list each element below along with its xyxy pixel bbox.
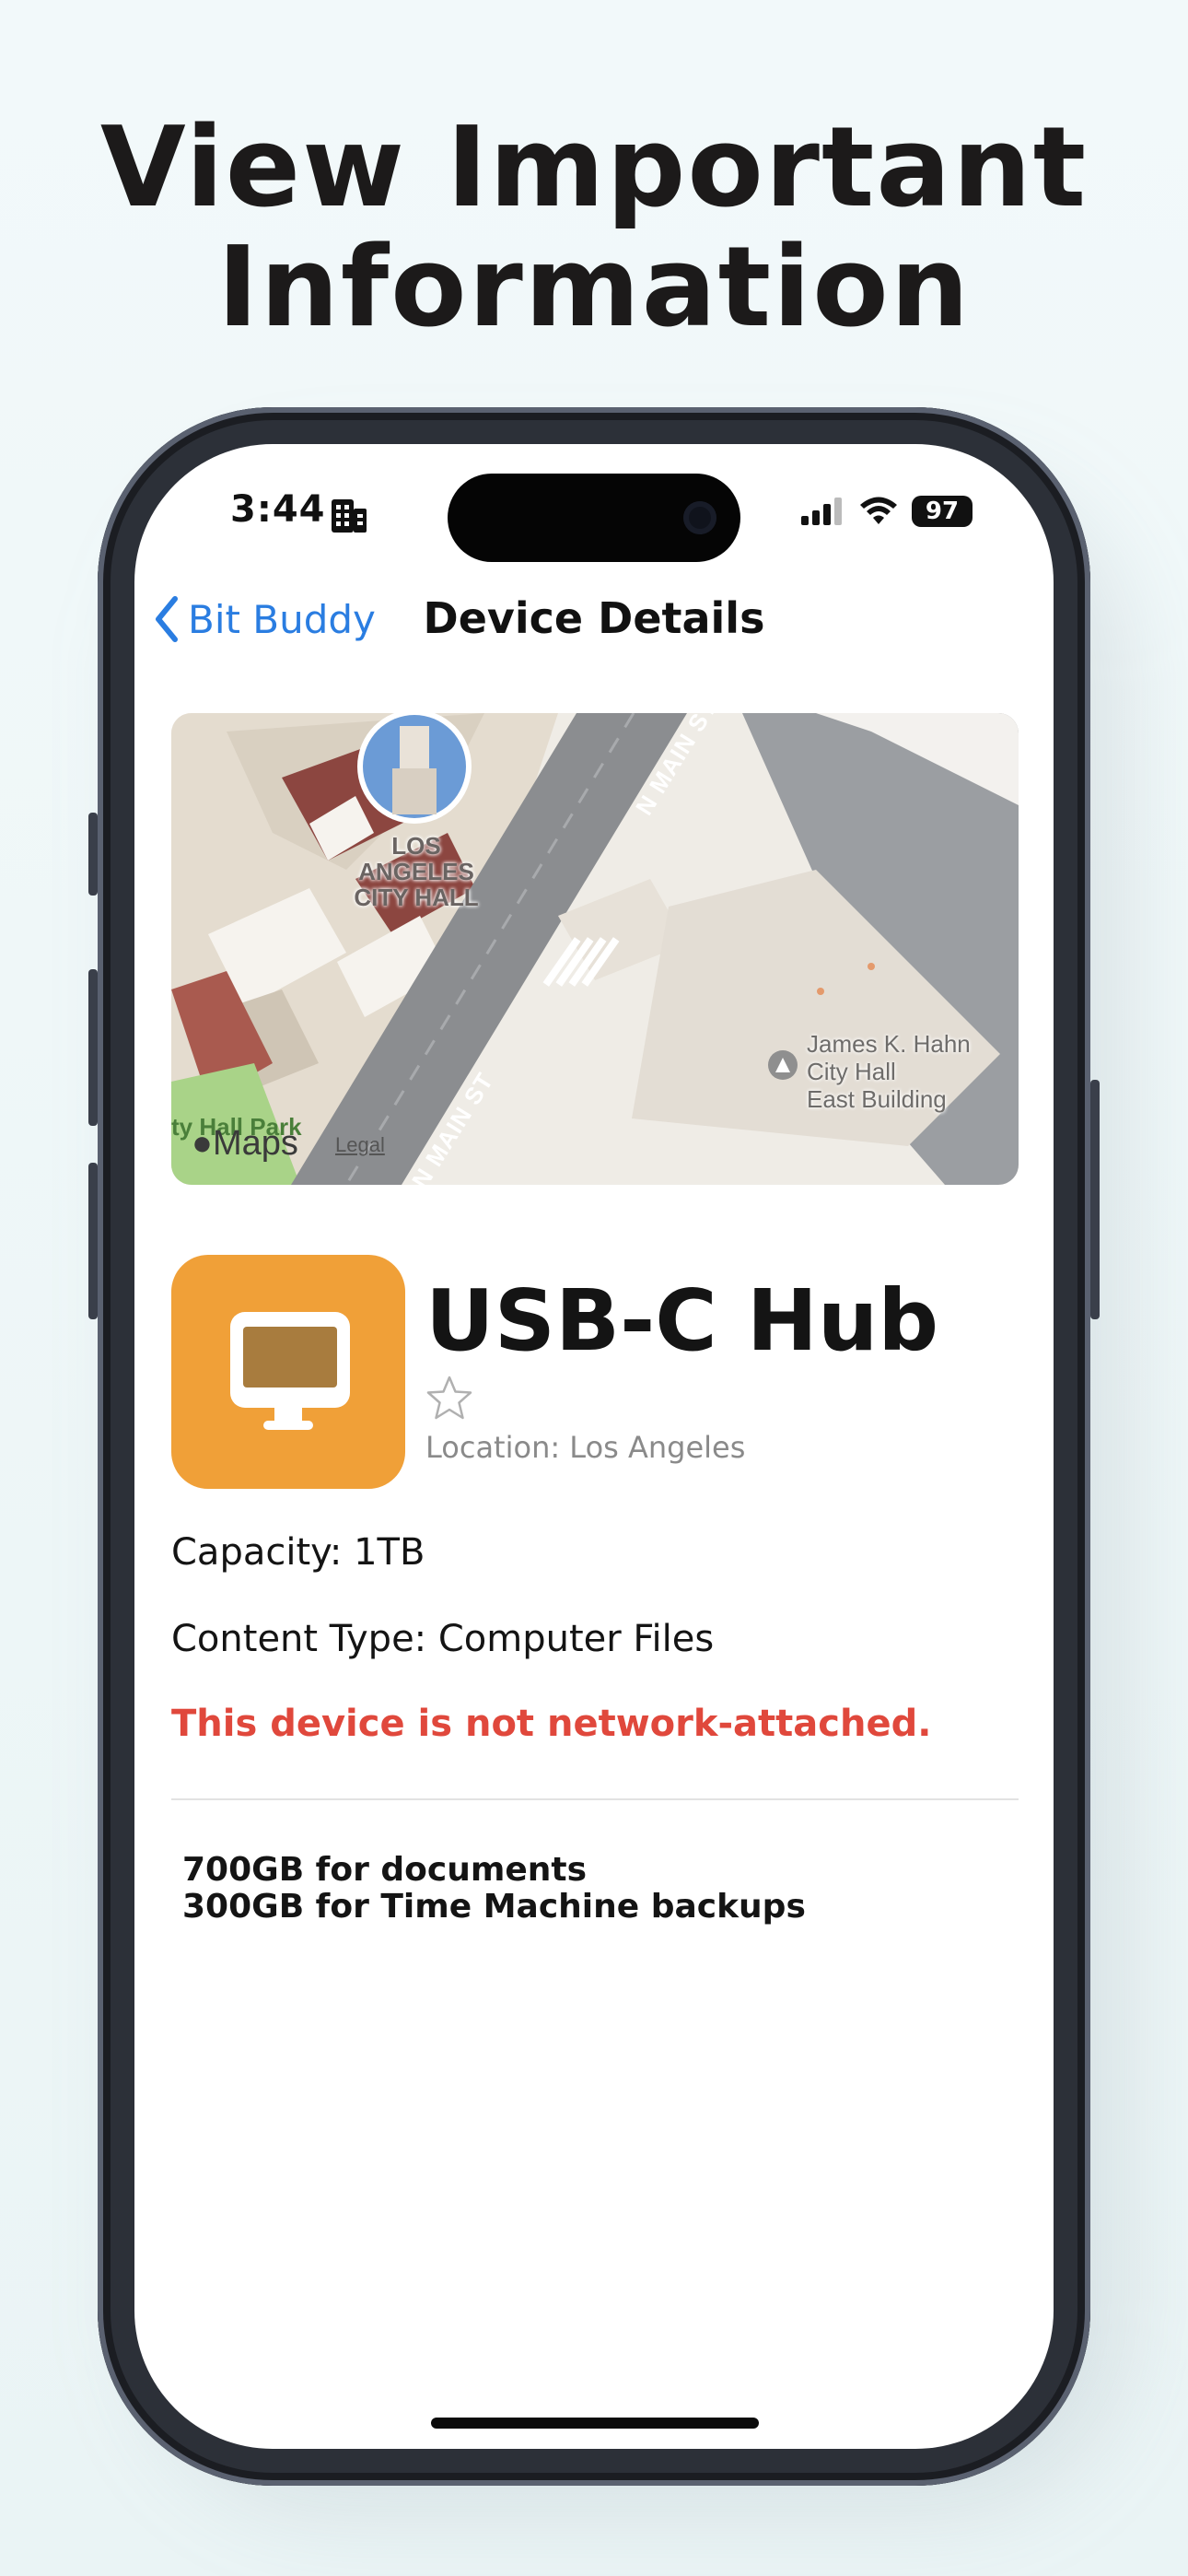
headline-line-1: View Important	[99, 104, 1089, 232]
front-camera	[683, 501, 716, 534]
device-icon	[171, 1255, 405, 1489]
desktop-computer-icon	[230, 1312, 350, 1430]
device-name: USB-C Hub	[425, 1271, 939, 1370]
network-warning: This device is not network-attached.	[171, 1703, 932, 1745]
status-indicators: 97	[801, 496, 973, 527]
poi-line-3: East Building	[807, 1085, 947, 1113]
side-button	[1090, 1080, 1100, 1319]
notes-line-1: 700GB for documents	[182, 1851, 588, 1889]
content-type-label: Content Type: Computer Files	[171, 1618, 715, 1660]
home-indicator[interactable]	[431, 2418, 759, 2429]
volume-down-button	[88, 1163, 98, 1319]
page-title: Device Details	[423, 593, 765, 643]
phone-screen: 3:44 97 Bit Buddy Device Details LOS ANG…	[134, 444, 1054, 2449]
maps-brand: ●Maps	[192, 1124, 298, 1164]
battery-icon: 97	[912, 496, 973, 527]
signal-icon	[801, 498, 842, 525]
landmark-label-line-1: LOS ANGELES	[358, 832, 474, 885]
building-icon	[330, 498, 368, 538]
status-time: 3:44	[230, 488, 326, 531]
wifi-icon	[860, 497, 897, 524]
marketing-headline: View Important Information	[0, 109, 1188, 348]
divider	[171, 1798, 1019, 1800]
headline-line-2: Information	[216, 224, 972, 352]
poi-line-1: James K. Hahn	[807, 1030, 971, 1058]
device-notes[interactable]: 700GB for documents 300GB for Time Machi…	[182, 1852, 806, 1926]
action-button	[88, 813, 98, 896]
capacity-label: Capacity: 1TB	[171, 1531, 425, 1574]
volume-up-button	[88, 969, 98, 1126]
poi-label: James K. Hahn City Hall East Building	[807, 1030, 971, 1113]
poi-line-2: City Hall	[807, 1058, 896, 1085]
notes-line-2: 300GB for Time Machine backups	[182, 1888, 806, 1926]
map-legal-link[interactable]: Legal	[335, 1133, 385, 1157]
maps-brand-label: Maps	[212, 1124, 298, 1163]
device-location: Location: Los Angeles	[425, 1430, 746, 1465]
landmark-label: LOS ANGELES CITY HALL	[333, 833, 499, 910]
location-map[interactable]: LOS ANGELES CITY HALL N MAIN ST N MAIN S…	[171, 713, 1019, 1185]
dynamic-island	[448, 474, 740, 562]
landmark-label-line-2: CITY HALL	[354, 884, 479, 911]
favorite-star-icon[interactable]	[425, 1375, 473, 1424]
apple-logo-icon: ●	[192, 1124, 213, 1163]
